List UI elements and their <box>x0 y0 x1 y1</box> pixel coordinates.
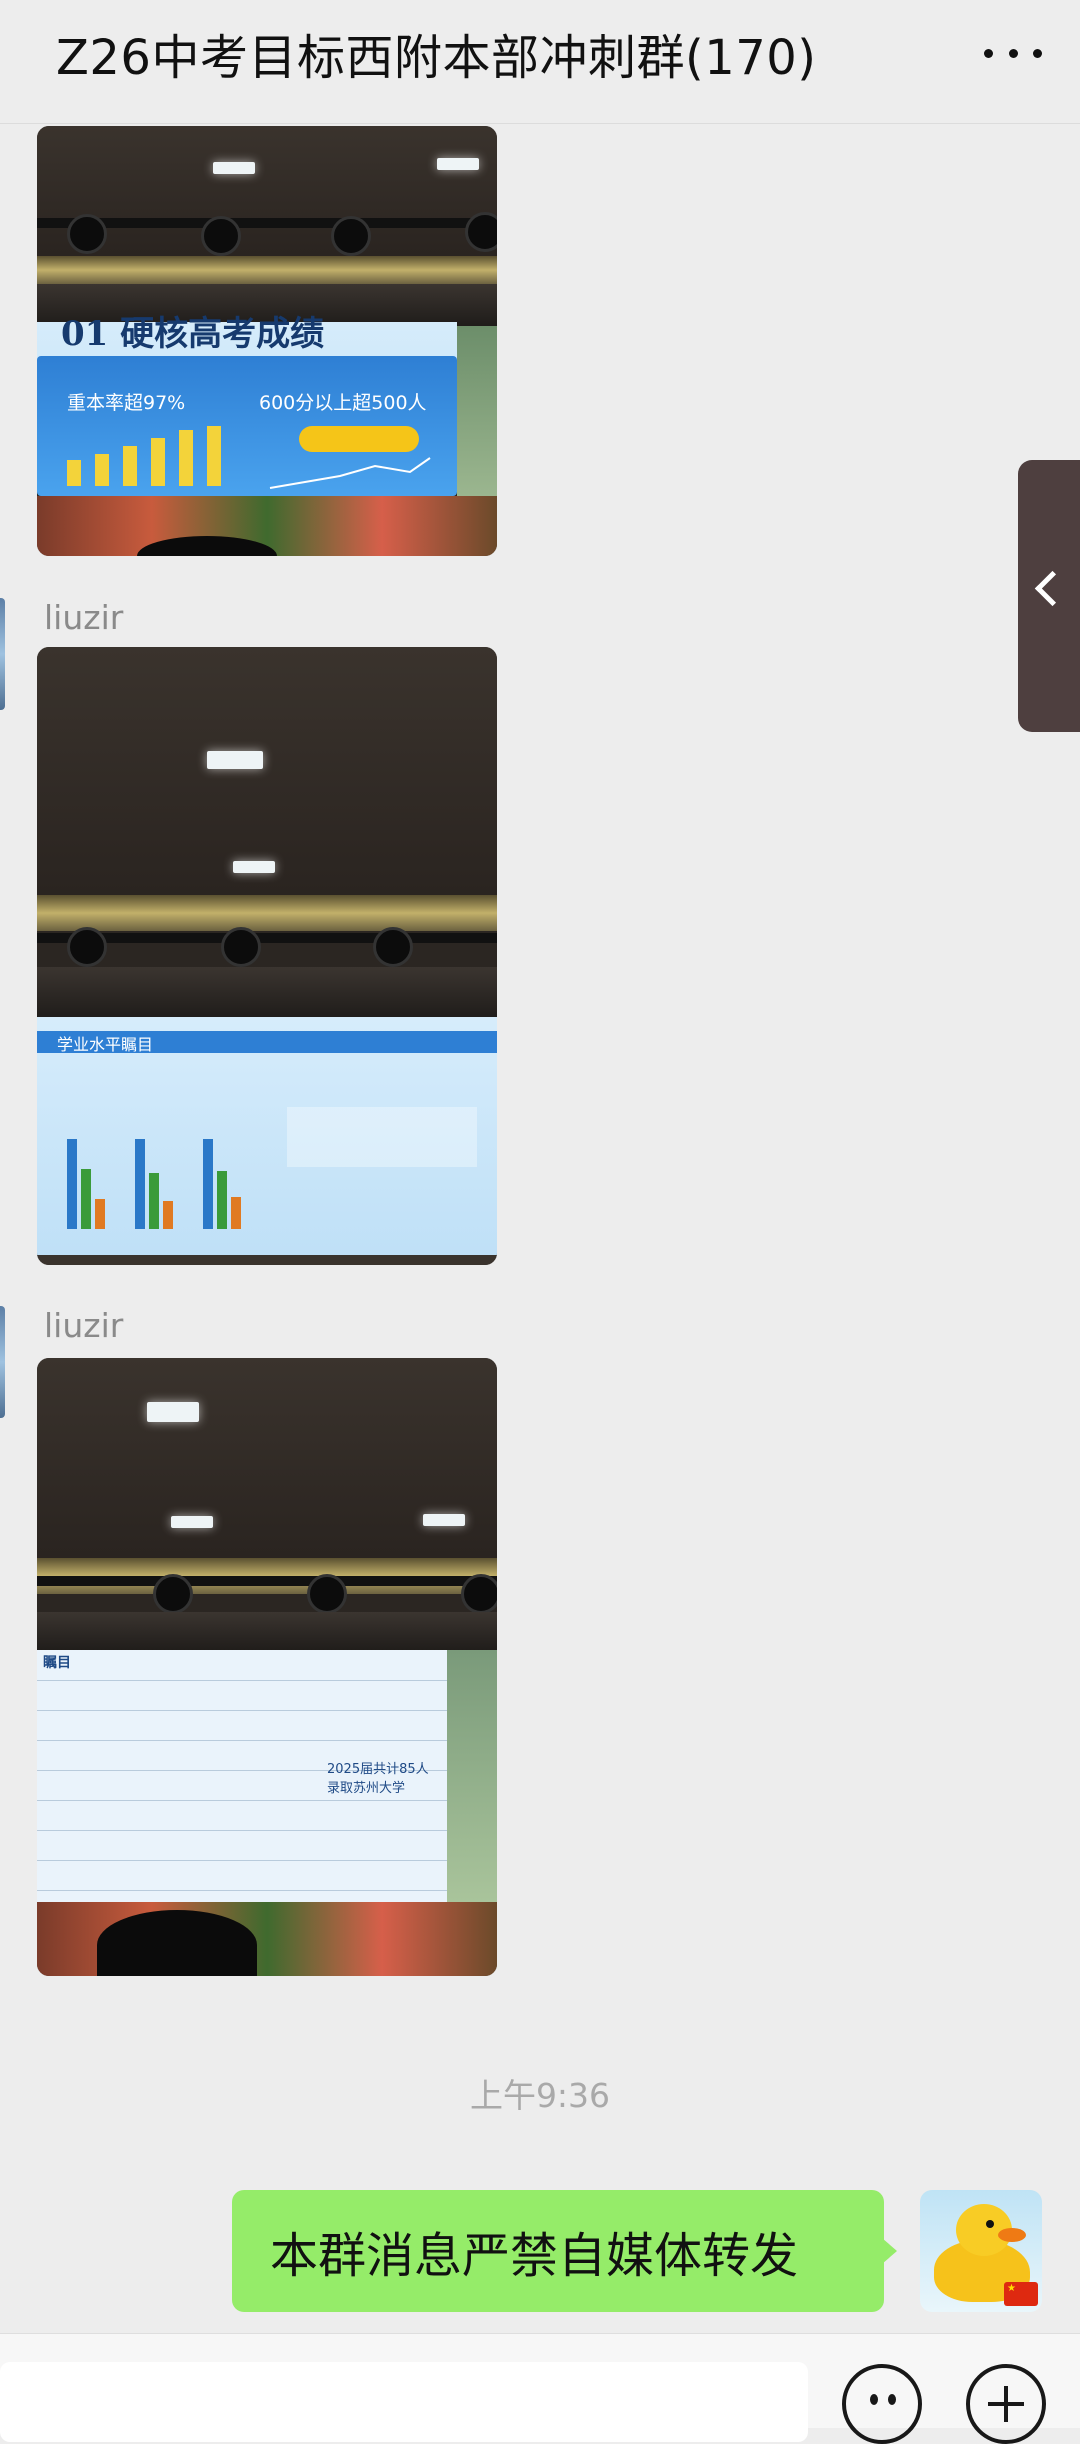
my-message-bubble[interactable]: 本群消息严禁自媒体转发 <box>232 2190 884 2312</box>
sender-name: liuzir <box>44 1306 124 1345</box>
sender-avatar[interactable] <box>0 1306 5 1418</box>
chevron-left-icon <box>1034 570 1071 607</box>
flag-icon: ★ <box>1004 2282 1038 2306</box>
slide-line-chart <box>269 457 431 489</box>
bubble-tail <box>882 2238 897 2264</box>
slide-heading: 01 硬核高考成绩 <box>61 314 325 354</box>
message-input[interactable] <box>0 2362 808 2442</box>
slide-heading: 学业水平瞩目 <box>57 1035 154 1054</box>
slide-bar-chart <box>67 426 227 486</box>
slide-stat-1: 重本率超97% <box>67 392 186 414</box>
my-message-text: 本群消息严禁自媒体转发 <box>270 2228 799 2284</box>
image-message-1[interactable]: 01 硬核高考成绩 重本率超97% 600分以上超500人 <box>37 126 497 556</box>
chat-title: Z26中考目标西附本部冲刺群(170) <box>56 30 817 86</box>
sender-name: liuzir <box>44 598 124 637</box>
image-message-3[interactable]: 瞩目 2025届共计85人录取苏州大学 <box>37 1358 497 1976</box>
slide-table: 瞩目 2025届共计85人录取苏州大学 <box>37 1650 447 1902</box>
input-bar <box>0 2333 1080 2444</box>
image-message-2[interactable]: 学业水平瞩目 <box>37 647 497 1265</box>
more-icon[interactable] <box>984 36 1042 70</box>
emoji-icon[interactable] <box>842 2364 922 2444</box>
side-panel-handle[interactable] <box>1018 460 1080 732</box>
slide-bar-chart <box>67 1099 267 1229</box>
slide-caption: 2025届共计85人录取苏州大学 <box>327 1762 429 1796</box>
avatar-duck[interactable]: ★ <box>920 2190 1042 2312</box>
chat-header: Z26中考目标西附本部冲刺群(170) <box>0 0 1080 105</box>
sender-avatar[interactable] <box>0 598 5 710</box>
message-timestamp: 上午9:36 <box>469 2076 611 2115</box>
header-divider <box>0 123 1080 124</box>
slide-stat-2: 600分以上超500人 <box>259 392 427 414</box>
slide-heading: 瞩目 <box>43 1655 71 1671</box>
plus-icon[interactable] <box>966 2364 1046 2444</box>
